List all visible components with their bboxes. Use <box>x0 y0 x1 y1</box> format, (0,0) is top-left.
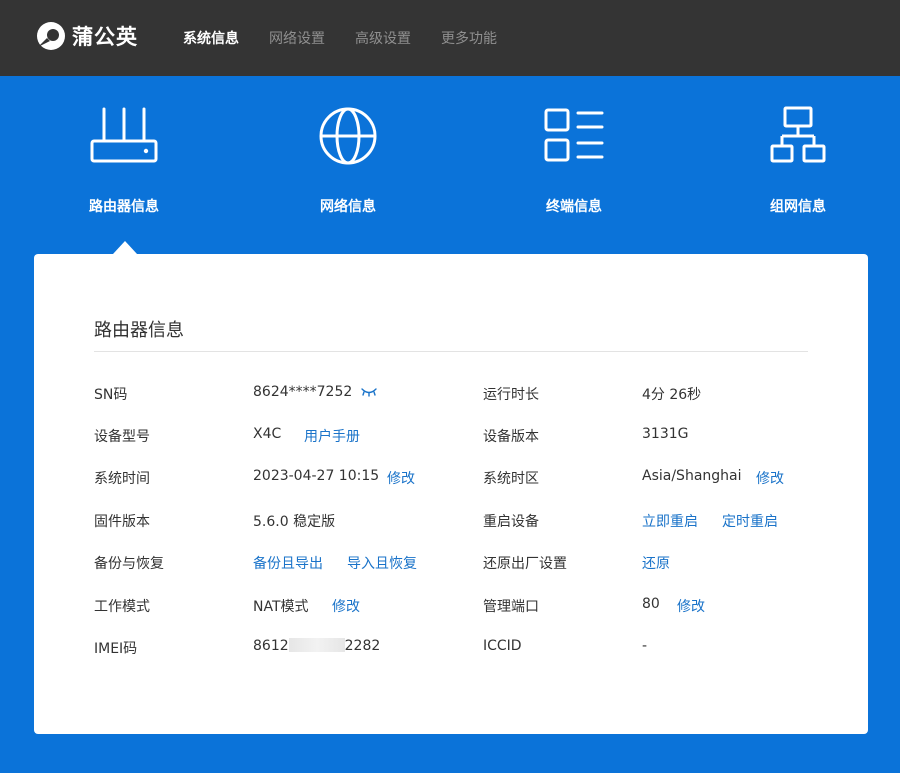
uptime-value: 4分 26秒 <box>642 387 702 403</box>
imei-value: 8612 2282 <box>253 638 380 654</box>
firmware-value: 5.6.0 稳定版 <box>253 514 336 530</box>
scheduled-reboot-link[interactable]: 定时重启 <box>722 511 778 531</box>
firmware-label: 固件版本 <box>94 514 150 530</box>
timezone-label: 系统时区 <box>483 471 539 487</box>
logo-icon <box>36 21 66 51</box>
system-time-label: 系统时间 <box>94 471 150 487</box>
factory-reset-label: 还原出厂设置 <box>483 556 567 572</box>
nav-more-features[interactable]: 更多功能 <box>441 28 497 48</box>
device-version-value: 3131G <box>642 426 689 442</box>
nav-advanced-settings[interactable]: 高级设置 <box>355 28 411 48</box>
divider <box>94 351 808 352</box>
sn-label: SN码 <box>94 387 128 403</box>
router-icon <box>90 107 158 163</box>
eye-closed-icon[interactable] <box>360 386 378 402</box>
globe-icon <box>319 107 377 165</box>
iccid-label: ICCID <box>483 638 522 654</box>
reboot-now-link[interactable]: 立即重启 <box>642 511 698 531</box>
category-label: 终端信息 <box>546 199 602 215</box>
admin-port-value: 80 <box>642 596 660 612</box>
factory-reset-link[interactable]: 还原 <box>642 553 670 573</box>
edit-time-link[interactable]: 修改 <box>387 468 415 488</box>
edit-work-mode-link[interactable]: 修改 <box>332 596 360 616</box>
info-row: 备份与恢复 备份且导出 导入且恢复 还原出厂设置 还原 <box>34 553 868 573</box>
info-row: SN码 8624****7252 运行时长 4分 26秒 <box>34 384 868 404</box>
top-navigation-bar: 蒲公英 系统信息 网络设置 高级设置 更多功能 <box>0 0 900 76</box>
import-restore-link[interactable]: 导入且恢复 <box>347 553 417 573</box>
edit-admin-port-link[interactable]: 修改 <box>677 596 705 616</box>
card-title: 路由器信息 <box>94 320 184 341</box>
network-icon <box>770 106 826 163</box>
sn-value: 8624****7252 <box>253 384 353 400</box>
backup-export-link[interactable]: 备份且导出 <box>253 553 323 573</box>
edit-timezone-link[interactable]: 修改 <box>756 468 784 488</box>
admin-port-label: 管理端口 <box>483 599 539 615</box>
category-network-info[interactable]: 网络信息 <box>268 104 428 216</box>
list-icon <box>544 108 604 162</box>
system-time-value: 2023-04-27 10:15 <box>253 468 380 484</box>
nav-system-info[interactable]: 系统信息 <box>183 28 239 48</box>
work-mode-value: NAT模式 <box>253 599 309 615</box>
logo-text: 蒲公英 <box>72 25 138 49</box>
category-router-info[interactable]: 路由器信息 <box>44 104 204 216</box>
info-row: 固件版本 5.6.0 稳定版 重启设备 立即重启 定时重启 <box>34 511 868 531</box>
info-row: 工作模式 NAT模式 修改 管理端口 80 修改 <box>34 596 868 616</box>
selected-category-pointer <box>113 241 137 254</box>
info-row: 设备型号 X4C 用户手册 设备版本 3131G <box>34 426 868 446</box>
imei-prefix: 8612 <box>253 638 289 654</box>
reboot-label: 重启设备 <box>483 514 539 530</box>
imei-suffix: 2282 <box>344 638 381 654</box>
uptime-label: 运行时长 <box>483 387 539 403</box>
timezone-value: Asia/Shanghai <box>642 468 742 484</box>
backup-restore-label: 备份与恢复 <box>94 556 164 572</box>
category-terminal-info[interactable]: 终端信息 <box>494 104 654 216</box>
category-networking-info[interactable]: 组网信息 <box>718 104 878 216</box>
info-row: IMEI码 8612 2282 ICCID - <box>34 638 868 658</box>
user-manual-link[interactable]: 用户手册 <box>304 426 360 446</box>
model-label: 设备型号 <box>94 429 150 445</box>
imei-mask <box>288 638 345 652</box>
category-label: 路由器信息 <box>89 199 159 215</box>
category-label: 组网信息 <box>770 199 826 215</box>
iccid-value: - <box>642 638 648 654</box>
device-version-label: 设备版本 <box>483 429 539 445</box>
brand-logo[interactable]: 蒲公英 <box>36 20 138 52</box>
info-row: 系统时间 2023-04-27 10:15 修改 系统时区 Asia/Shang… <box>34 468 868 488</box>
category-label: 网络信息 <box>320 199 376 215</box>
main-nav: 系统信息 网络设置 高级设置 更多功能 <box>183 0 527 76</box>
model-value: X4C <box>253 426 282 442</box>
nav-network-settings[interactable]: 网络设置 <box>269 28 325 48</box>
work-mode-label: 工作模式 <box>94 599 150 615</box>
imei-label: IMEI码 <box>94 641 138 657</box>
router-info-card: 路由器信息 SN码 8624****7252 运行时长 4分 26秒 设备型号 … <box>34 254 868 734</box>
